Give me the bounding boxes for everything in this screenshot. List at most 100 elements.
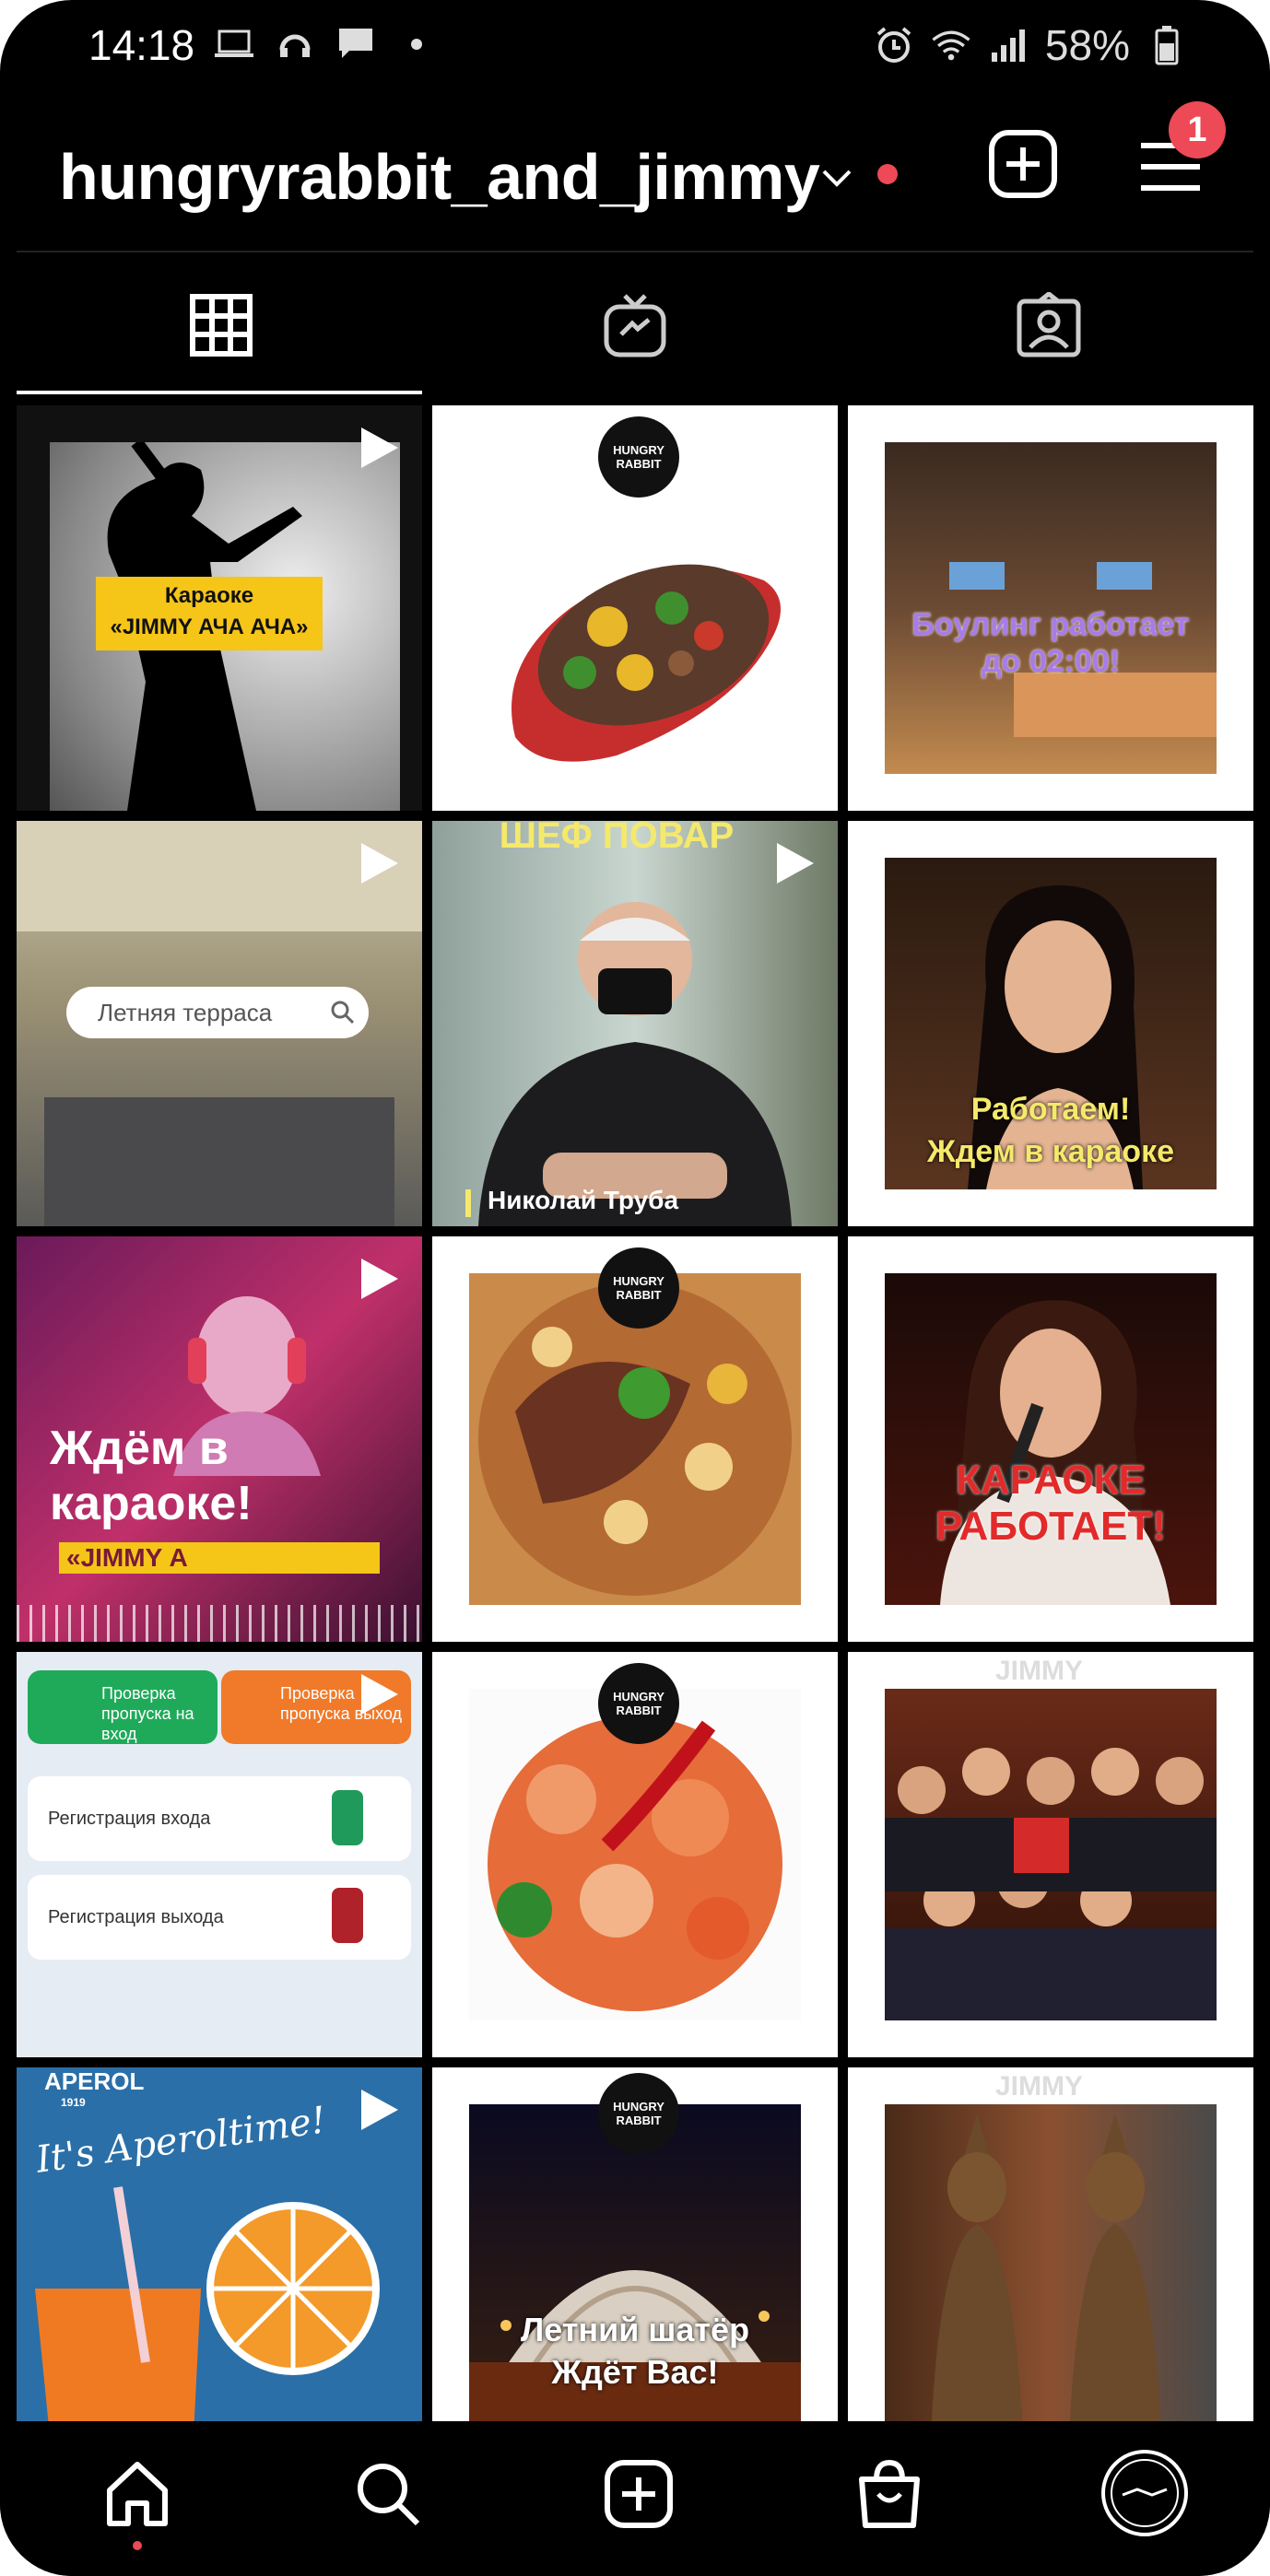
tab-igtv[interactable]	[430, 258, 840, 396]
caption-line: Боулинг работает	[911, 607, 1190, 642]
nav-create[interactable]	[597, 2454, 680, 2537]
pass-in-button: Проверка пропуска на вход	[28, 1670, 218, 1744]
shop-icon	[854, 2457, 924, 2535]
door-icon	[332, 1888, 363, 1943]
nav-shop[interactable]	[848, 2454, 931, 2537]
caption-line: Ждем в караоке	[926, 1134, 1174, 1169]
post-app-pass[interactable]: Проверка пропуска на вход Проверка пропу…	[17, 1652, 422, 2057]
post-summer-tent[interactable]: HUNGRY RABBIT Летний шатёр Ждёт Вас!	[432, 2067, 838, 2421]
caption-line: Летний шатёр	[520, 2311, 750, 2348]
account-username[interactable]: hungryrabbit_and_jimmy	[59, 140, 820, 214]
caption-line: Ждёт Вас!	[551, 2353, 719, 2391]
caption-line: до 02:00!	[981, 644, 1121, 679]
post-aperol[interactable]: APEROL 1919 It's Aperoltime!	[17, 2067, 422, 2421]
battery-percent: 58%	[1044, 21, 1130, 69]
dot-icon	[396, 26, 437, 63]
karaoke-photo: Работаем! Ждем в караоке	[885, 858, 1217, 1189]
reel-icon	[354, 1670, 402, 1723]
alarm-icon	[874, 27, 914, 64]
reel-icon	[354, 1255, 402, 1307]
search-pill: Летняя терраса	[66, 987, 369, 1038]
search-pill-text: Летняя терраса	[98, 999, 273, 1026]
caption-line: караоке!	[50, 1477, 253, 1530]
search-icon	[351, 2457, 425, 2535]
post-chef[interactable]: ШЕФ ПОВАР Николай Труба	[432, 821, 838, 1226]
aperol-brand: APEROL 1919	[44, 2067, 144, 2109]
door-icon	[332, 1790, 363, 1845]
aperol-slogan: It's Aperoltime!	[33, 2099, 329, 2182]
post-karaoke-singer[interactable]: Караоке «JIMMY АЧА АЧА»	[17, 405, 422, 811]
post-food-shrimp[interactable]: HUNGRY RABBIT	[432, 1652, 838, 2057]
reel-icon	[354, 2086, 402, 2138]
statues-photo	[885, 2104, 1217, 2421]
profile-header: hungryrabbit_and_jimmy	[0, 120, 1270, 240]
search-icon	[330, 1000, 356, 1030]
home-icon	[100, 2457, 174, 2535]
nav-search[interactable]	[347, 2454, 429, 2537]
jimmy-watermark: JIMMY	[995, 2071, 1084, 2102]
hungry-rabbit-logo: HUNGRY RABBIT	[598, 1247, 679, 1329]
post-karaoke-woman[interactable]: Работаем! Ждем в караоке	[848, 821, 1253, 1226]
reel-icon	[354, 839, 402, 892]
caption-line: КАРАОКЕ	[956, 1458, 1146, 1503]
laptop-icon	[214, 26, 254, 63]
chat-icon	[335, 26, 376, 63]
group-photo	[885, 1689, 1217, 2020]
caption-line: Ждём в	[50, 1422, 229, 1475]
header-divider	[17, 251, 1253, 252]
home-activity-dot	[133, 2541, 142, 2550]
status-right: 58%	[874, 20, 1187, 70]
post-group-photo[interactable]: JIMMY	[848, 1652, 1253, 2057]
tab-tagged[interactable]	[844, 258, 1253, 396]
post-caption: Работаем! Ждем в караоке	[885, 1088, 1217, 1173]
post-food-steak[interactable]: HUNGRY RABBIT	[432, 1236, 838, 1642]
post-caption: Боулинг работает до 02:00!	[885, 606, 1217, 680]
post-caption: Летний шатёр Ждёт Вас!	[469, 2309, 801, 2394]
phone-screen: 14:18 58% hungryrabbit_and_jimmy 1 Карао…	[0, 0, 1270, 2576]
wifi-icon	[931, 27, 971, 64]
caption-line: РАБОТАЕТ!	[935, 1504, 1166, 1549]
nav-profile[interactable]	[1099, 2449, 1191, 2541]
caption-line: «JIMMY АЧА АЧА»	[110, 615, 309, 639]
status-time: 14:18	[88, 21, 195, 69]
hungry-rabbit-logo: HUNGRY RABBIT	[598, 416, 679, 498]
create-icon	[604, 2459, 674, 2534]
post-summer-terrace[interactable]: Летняя терраса	[17, 821, 422, 1226]
status-bar: 14:18 58%	[0, 0, 1270, 101]
post-karaoke-promo[interactable]: Ждём в караоке! «JIMMY А	[17, 1236, 422, 1642]
signal-icon	[988, 27, 1029, 64]
audio-wave	[17, 1605, 422, 1642]
jimmy-watermark: JIMMY	[995, 1656, 1084, 1686]
hungry-rabbit-logo: HUNGRY RABBIT	[598, 1663, 679, 1744]
post-caption: КАРАОКЕ РАБОТАЕТ!	[885, 1458, 1217, 1550]
account-notification-dot	[877, 164, 898, 184]
tab-grid[interactable]	[17, 258, 426, 396]
karaoke-photo: КАРАОКЕ РАБОТАЕТ!	[885, 1273, 1217, 1605]
posts-grid: Караоке «JIMMY АЧА АЧА» HUNGRY RABBIT Бо…	[17, 405, 1253, 2421]
active-tab-indicator	[17, 391, 422, 394]
nav-home[interactable]	[96, 2454, 179, 2537]
bowling-photo: Боулинг работает до 02:00!	[885, 442, 1217, 774]
profile-tabs	[17, 258, 1253, 396]
post-caption: Ждём в караоке!	[50, 1421, 253, 1531]
post-bowling[interactable]: Боулинг работает до 02:00!	[848, 405, 1253, 811]
post-caption: Караоке «JIMMY АЧА АЧА»	[96, 577, 323, 650]
post-statues[interactable]: JIMMY	[848, 2067, 1253, 2421]
caption-line: Караоке	[164, 583, 254, 608]
registration-out-label: Регистрация выхода	[48, 1907, 224, 1927]
status-notification-icons	[214, 26, 437, 63]
headset-icon	[275, 26, 315, 63]
caption-line: Работаем!	[970, 1092, 1131, 1127]
new-post-button[interactable]	[988, 129, 1058, 199]
reel-icon	[354, 424, 402, 476]
reel-icon	[770, 839, 817, 892]
grid-icon	[190, 293, 253, 361]
post-karaoke-singer-woman[interactable]: КАРАОКЕ РАБОТАЕТ!	[848, 1236, 1253, 1642]
registration-in-label: Регистрация входа	[48, 1809, 211, 1829]
igtv-icon	[603, 292, 667, 363]
tagged-icon	[1016, 290, 1082, 363]
battery-icon	[1147, 26, 1187, 65]
brand-name: APEROL	[44, 2067, 145, 2095]
post-food-sizzler[interactable]: HUNGRY RABBIT	[432, 405, 838, 811]
chevron-down-icon[interactable]	[818, 164, 855, 196]
